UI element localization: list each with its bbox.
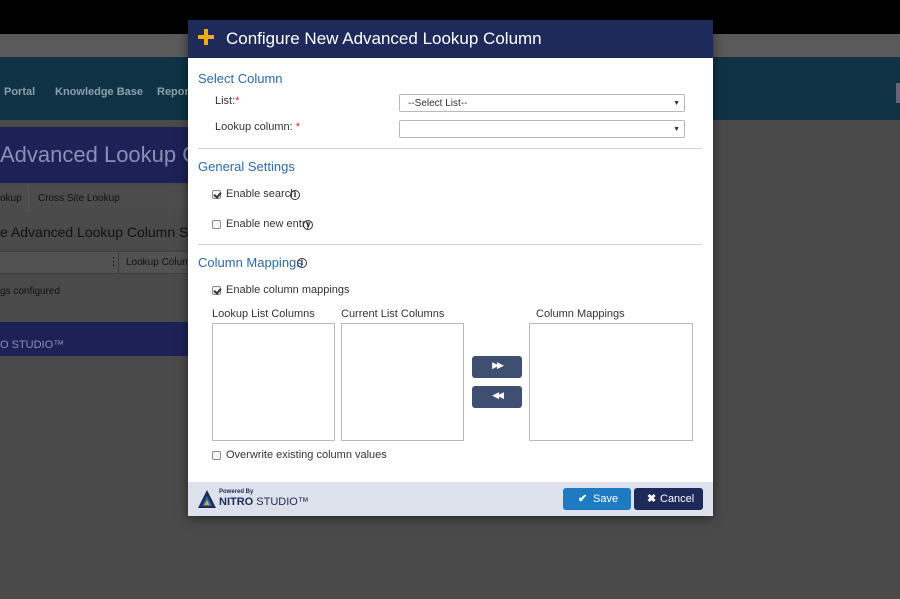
background-grid-header: ⋮ Lookup Colum [0, 251, 200, 274]
background-title-band: Advanced Lookup C [0, 127, 200, 183]
nav-item-knowledge-base: Knowledge Base [55, 86, 144, 98]
modal-footer: Powered By NITRO STUDIO™ ✔ Save ✖ Cancel [188, 482, 713, 516]
current-list-columns-label: Current List Columns [341, 308, 445, 320]
save-button[interactable]: ✔ Save [563, 488, 631, 510]
info-icon[interactable]: i [297, 258, 307, 268]
plus-icon [198, 29, 214, 45]
info-icon[interactable]: i [303, 220, 313, 230]
fast-forward-icon: ▶▶ [492, 360, 504, 370]
section-title-column-mappings: Column Mappings [198, 255, 303, 270]
background-tab-lookup: okup [0, 193, 22, 204]
cancel-button[interactable]: ✖ Cancel [634, 488, 703, 510]
list-select-value: --Select List-- [408, 98, 468, 109]
cancel-button-label: Cancel [660, 493, 695, 505]
grid-column-separator [118, 252, 119, 273]
divider [198, 244, 702, 245]
info-icon[interactable]: i [290, 190, 300, 200]
current-list-columns-listbox[interactable] [341, 323, 464, 441]
enable-new-entry-checkbox[interactable] [212, 220, 221, 229]
lookup-list-columns-label: Lookup List Columns [212, 308, 315, 320]
list-label: List:* [215, 95, 239, 107]
save-button-label: Save [593, 493, 619, 505]
brand-text: NITRO STUDIO™ [219, 496, 309, 508]
nitro-studio-logo: Powered By NITRO STUDIO™ [198, 488, 318, 512]
list-required-mark: * [235, 95, 240, 107]
nav-corner-widget [896, 83, 900, 103]
enable-column-mappings-label: Enable column mappings [226, 284, 350, 296]
background-page-title: Advanced Lookup C [0, 142, 199, 167]
modal-header: Configure New Advanced Lookup Column [188, 20, 713, 58]
lookup-list-columns-listbox[interactable] [212, 323, 335, 441]
section-title-select-column: Select Column [198, 71, 283, 86]
configure-lookup-modal: Configure New Advanced Lookup Column Sel… [188, 20, 713, 516]
modal-title: Configure New Advanced Lookup Column [226, 29, 542, 48]
enable-search-label: Enable search [226, 188, 297, 200]
background-subtitle: e Advanced Lookup Column S [0, 224, 189, 240]
check-icon: ✔ [578, 493, 588, 505]
divider [198, 148, 702, 149]
background-tab-separator [28, 186, 29, 212]
overwrite-values-label: Overwrite existing column values [226, 449, 387, 461]
brand-rest: STUDIO™ [253, 496, 309, 508]
background-tab-cross-site: Cross Site Lookup [38, 193, 120, 204]
lookup-required-mark: * [295, 121, 301, 133]
section-title-general-settings: General Settings [198, 159, 295, 174]
nav-item-reports: Repor [157, 86, 189, 98]
lookup-column-label-text: Lookup column: [215, 121, 293, 133]
chevron-down-icon: ▼ [673, 126, 680, 133]
list-select[interactable]: --Select List-- ▼ [399, 94, 685, 112]
nav-item-portal: Portal [4, 86, 36, 98]
background-tabs: okup Cross Site Lookup [0, 186, 200, 212]
brand-bold: NITRO [219, 496, 254, 508]
lookup-column-label: Lookup column: * [215, 121, 300, 133]
add-mapping-button[interactable]: ▶▶ [472, 356, 522, 378]
enable-search-checkbox[interactable] [212, 190, 221, 199]
lookup-column-select[interactable]: ▼ [399, 120, 685, 138]
enable-column-mappings-checkbox[interactable] [212, 286, 221, 295]
close-icon: ✖ [647, 493, 657, 505]
column-mappings-label: Column Mappings [536, 308, 625, 320]
grid-column-lookup: Lookup Colum [126, 257, 191, 268]
list-label-text: List: [215, 95, 236, 107]
nitro-logo-icon [198, 490, 216, 508]
overwrite-values-checkbox[interactable] [212, 451, 221, 460]
rewind-icon: ◀◀ [492, 390, 504, 400]
column-mappings-listbox[interactable] [529, 323, 693, 441]
enable-new-entry-label: Enable new entry [226, 218, 311, 230]
background-footer-logo: O STUDIO™ [0, 339, 65, 351]
chevron-down-icon: ▼ [673, 100, 680, 107]
background-footer-band: O STUDIO™ [0, 322, 200, 356]
powered-by-text: Powered By [219, 489, 254, 495]
remove-mapping-button[interactable]: ◀◀ [472, 386, 522, 408]
background-empty-text: gs configured [0, 286, 61, 297]
